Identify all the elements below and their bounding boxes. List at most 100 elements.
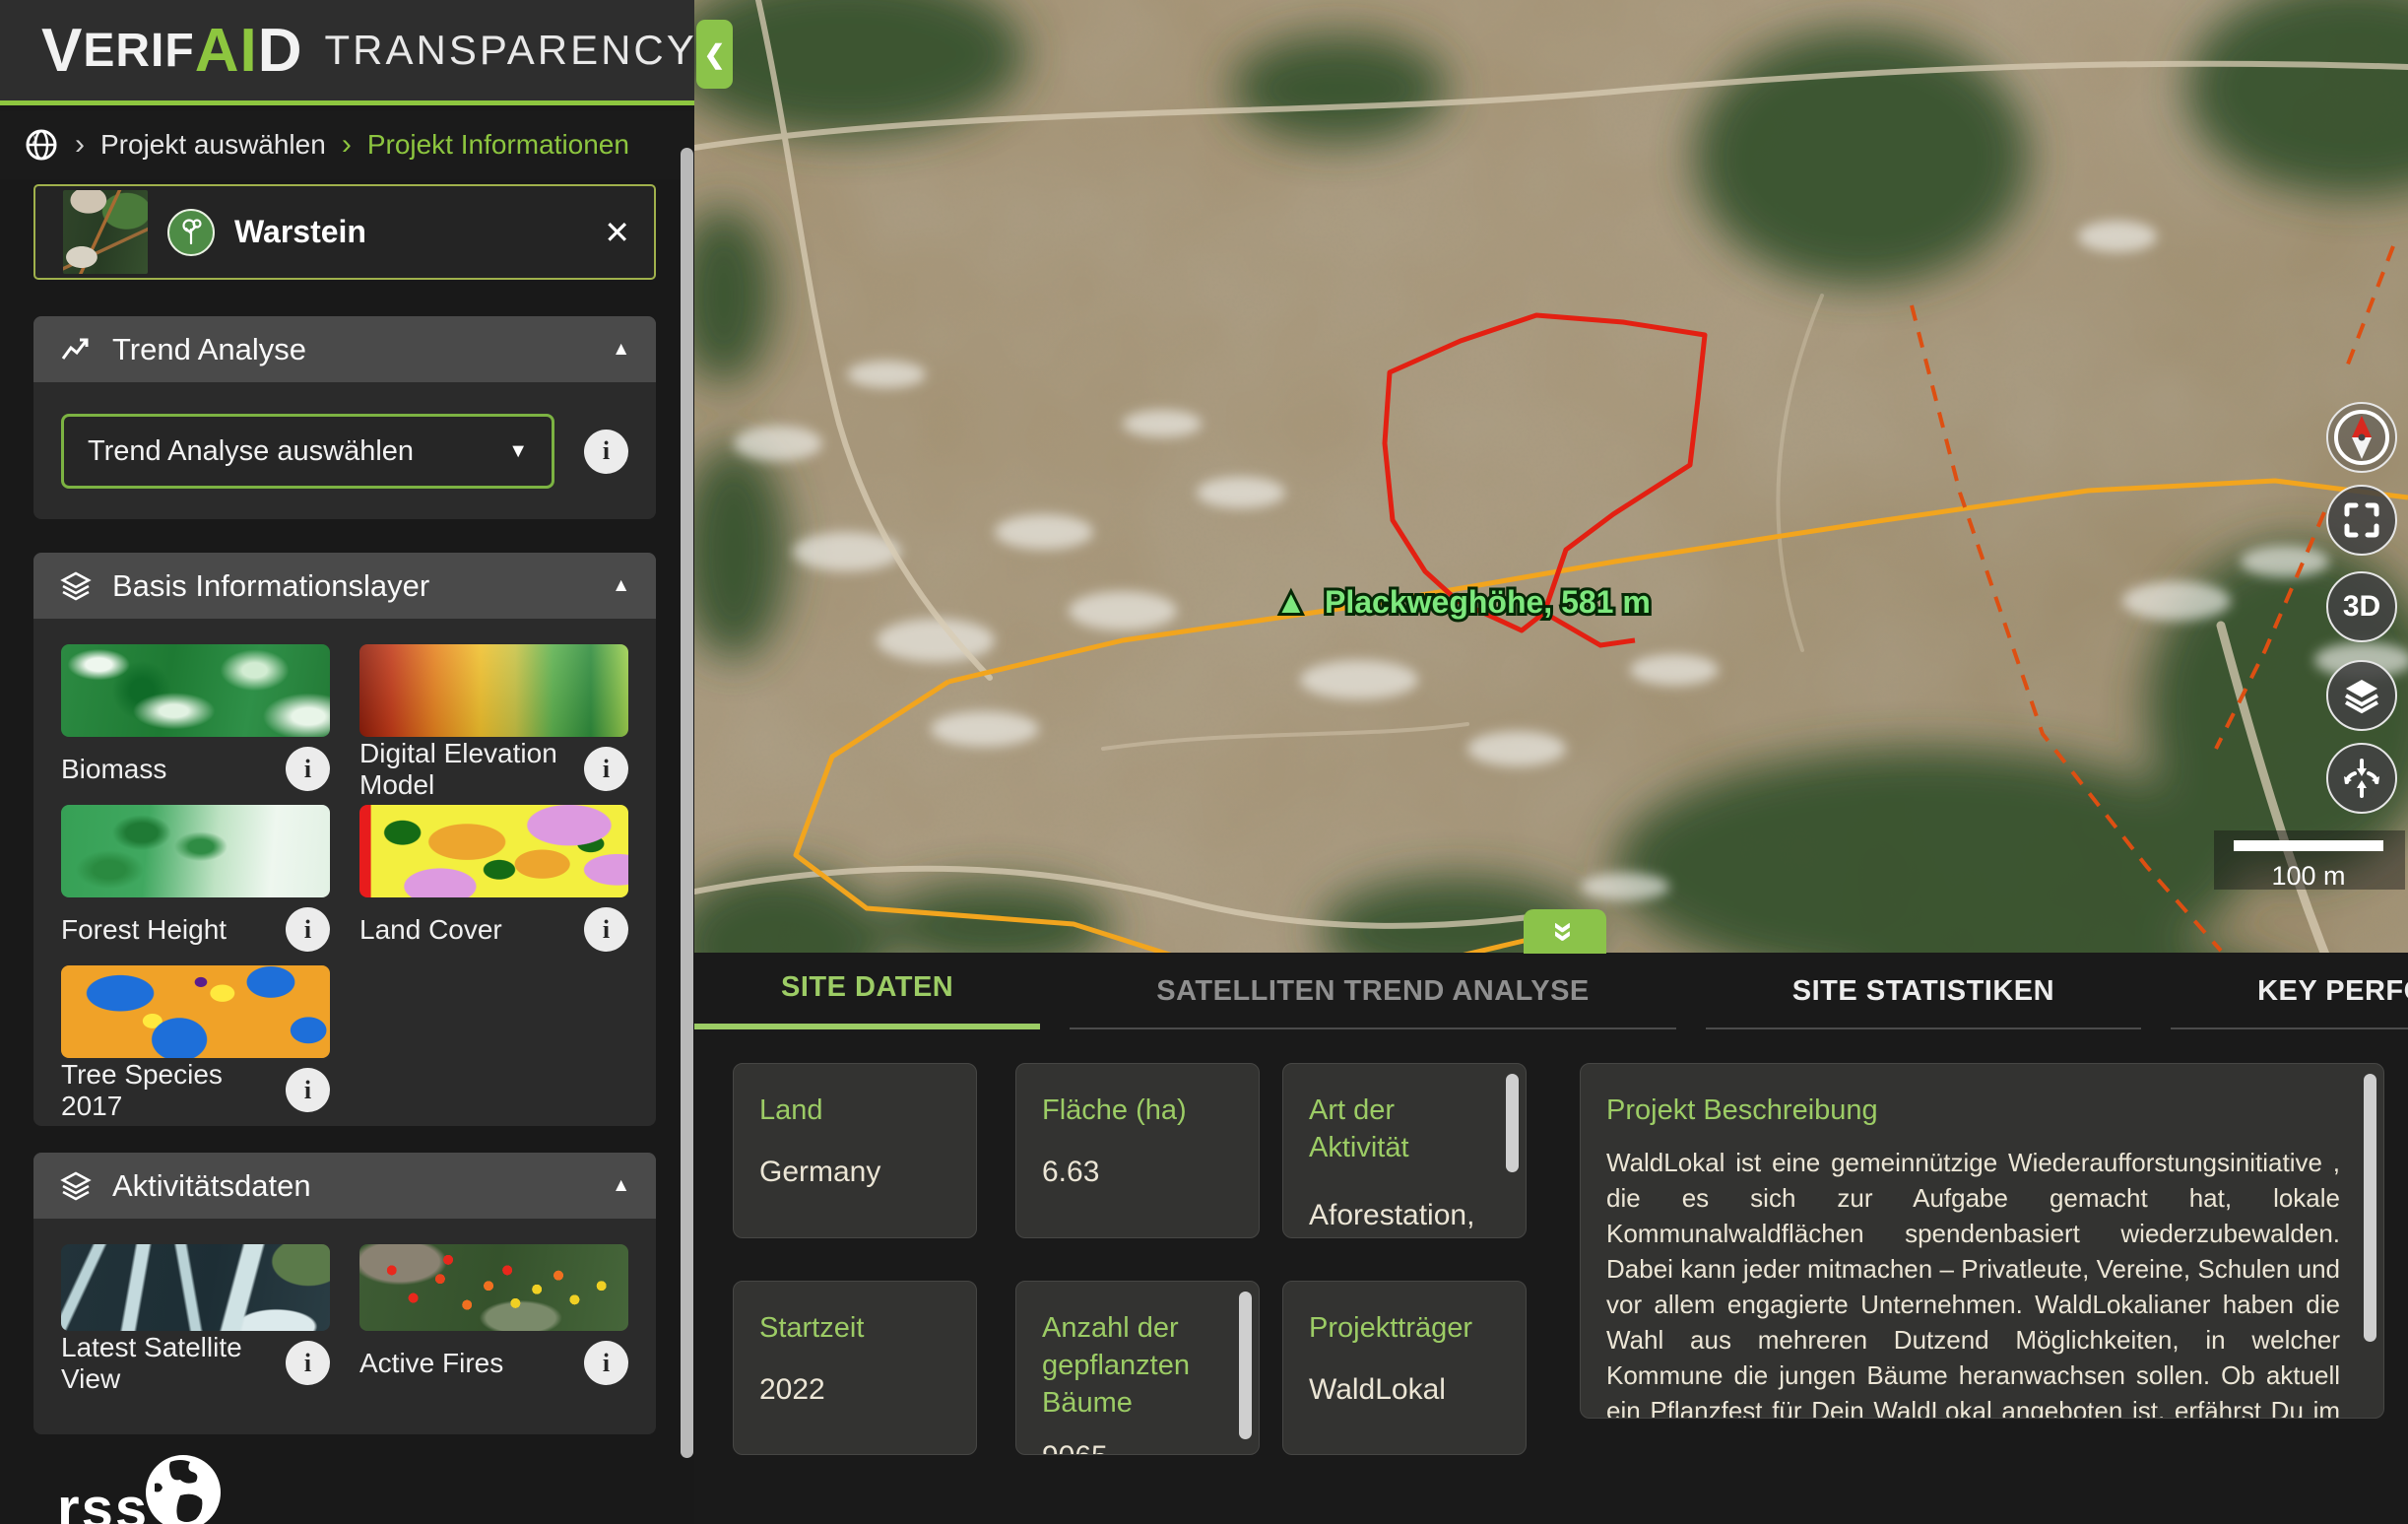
card-art-der-aktivitaet: Art der Aktivität Aforestation, Reforest… (1282, 1063, 1527, 1238)
select-placeholder: Trend Analyse auswählen (88, 435, 414, 468)
layer-thumbnail[interactable] (61, 805, 330, 897)
breadcrumb-projekt-informationen[interactable]: Projekt Informationen (367, 129, 629, 161)
scrollbar-thumb[interactable] (1506, 1074, 1519, 1172)
scrollbar-thumb[interactable] (1239, 1292, 1252, 1439)
section-title: Trend Analyse (112, 332, 306, 367)
brand-bar: VERIFAID TRANSPARENCY (0, 0, 694, 105)
section-title: Basis Informationslayer (112, 568, 429, 604)
layer-latest-satellite[interactable]: Latest Satellite View i (61, 1244, 330, 1385)
trend-icon (59, 333, 93, 366)
layer-forest-height[interactable]: Forest Height i (61, 805, 330, 952)
layer-thumbnail[interactable] (359, 644, 628, 737)
sidebar-scrollbar[interactable] (681, 148, 693, 1458)
layer-thumbnail[interactable] (359, 1244, 628, 1331)
section-header-trend[interactable]: Trend Analyse ▲ (33, 316, 656, 382)
breadcrumb-separator: › (342, 128, 352, 162)
sidebar-collapse-button[interactable]: ❮ (696, 20, 733, 89)
breadcrumb: › Projekt auswählen › Projekt Informatio… (0, 110, 694, 179)
site-info-panel: SITE DATEN SATELLITEN TREND ANALYSE SITE… (694, 953, 2408, 1524)
layer-dem[interactable]: Digital Elevation Model i (359, 644, 628, 791)
info-icon[interactable]: i (584, 907, 628, 952)
card-label: Projekt Beschreibung (1606, 1092, 2340, 1129)
peak-label: ▲ Plackweghöhe, 581 m (1275, 584, 1651, 620)
rss-globe-icon (141, 1450, 226, 1524)
tab-kpi[interactable]: KEY PERFORMANCE INDICATOR (KPI) (2171, 975, 2408, 1029)
sidebar: VERIFAID TRANSPARENCY › Projekt auswähle… (0, 0, 694, 1524)
layer-thumbnail[interactable] (61, 965, 330, 1058)
card-label: Fläche (ha) (1042, 1092, 1233, 1129)
compass-control[interactable] (2326, 402, 2397, 473)
tab-satelliten-trend-analyse[interactable]: SATELLITEN TREND ANALYSE (1070, 975, 1676, 1029)
compass-icon (2332, 408, 2391, 467)
section-basis-informationslayer: Basis Informationslayer ▲ Biomass i Digi… (33, 553, 656, 1126)
tree-badge-icon (167, 209, 215, 256)
card-label: Anzahl der gepflanzten Bäume (1042, 1309, 1233, 1422)
card-projekttraeger: Projektträger WaldLokal (1282, 1281, 1527, 1455)
bottom-panel-collapse-button[interactable]: » (1524, 909, 1606, 954)
project-description-text: WaldLokal ist eine gemeinnützige Wiedera… (1606, 1145, 2340, 1419)
caret-up-icon[interactable]: ▲ (612, 1175, 630, 1197)
trend-analyse-select[interactable]: Trend Analyse auswählen ▼ (61, 414, 554, 489)
layer-land-cover[interactable]: Land Cover i (359, 805, 628, 952)
section-header-activity[interactable]: Aktivitätsdaten ▲ (33, 1153, 656, 1219)
fullscreen-button[interactable] (2326, 485, 2397, 556)
layer-tree-species[interactable]: Tree Species 2017 i (61, 965, 330, 1112)
scrollbar-thumb[interactable] (2364, 1074, 2376, 1342)
card-label: Startzeit (759, 1309, 950, 1347)
section-trend-analyse: Trend Analyse ▲ Trend Analyse auswählen … (33, 316, 656, 519)
card-value: 9065 (1042, 1437, 1233, 1455)
card-label: Projektträger (1309, 1309, 1500, 1347)
info-icon[interactable]: i (584, 430, 628, 474)
card-flaeche: Fläche (ha) 6.63 (1015, 1063, 1260, 1238)
layer-thumbnail[interactable] (61, 1244, 330, 1331)
layer-active-fires[interactable]: Active Fires i (359, 1244, 628, 1385)
rss-logo-text: rss (57, 1476, 149, 1524)
layer-biomass[interactable]: Biomass i (61, 644, 330, 791)
pan-rotate-icon (2340, 757, 2383, 800)
brand-suffix: TRANSPARENCY (324, 27, 696, 74)
info-icon[interactable]: i (286, 1068, 330, 1112)
selected-project-card: Warstein ✕ (33, 184, 656, 280)
fullscreen-icon (2344, 502, 2379, 538)
card-land: Land Germany (733, 1063, 977, 1238)
scale-label: 100 m (2271, 861, 2345, 891)
peak-marker-icon: ▲ (1275, 584, 1307, 620)
info-icon[interactable]: i (584, 747, 628, 791)
info-icon[interactable]: i (286, 747, 330, 791)
close-icon[interactable]: ✕ (604, 214, 630, 251)
globe-icon[interactable] (24, 127, 59, 163)
caret-up-icon[interactable]: ▲ (612, 339, 630, 361)
card-value: 6.63 (1042, 1153, 1233, 1192)
scale-bar: 100 m (2214, 830, 2405, 891)
info-icon[interactable]: i (584, 1341, 628, 1385)
info-icon[interactable]: i (286, 1341, 330, 1385)
card-value: Germany (759, 1153, 950, 1192)
app-root: ▲ Plackweghöhe, 581 m 100 m 3D (0, 0, 2408, 1524)
section-aktivitaetsdaten: Aktivitätsdaten ▲ Latest Satellite View … (33, 1153, 656, 1434)
tab-site-statistiken[interactable]: SITE STATISTIKEN (1706, 975, 2141, 1029)
card-startzeit: Startzeit 2022 (733, 1281, 977, 1455)
3d-label: 3D (2343, 590, 2380, 624)
layer-thumbnail[interactable] (61, 644, 330, 737)
card-value: WaldLokal (1309, 1370, 1500, 1410)
3d-view-button[interactable]: 3D (2326, 571, 2397, 642)
stacked-layers-icon (59, 1169, 93, 1203)
pan-rotate-button[interactable] (2326, 743, 2397, 814)
breadcrumb-projekt-auswaehlen[interactable]: Projekt auswählen (100, 129, 326, 161)
layers-button[interactable] (2326, 660, 2397, 731)
rss-logo: rss (57, 1450, 226, 1524)
svg-text:Plackweghöhe, 581 m: Plackweghöhe, 581 m (1325, 584, 1651, 620)
stacked-layers-icon (59, 569, 93, 603)
card-value: 2022 (759, 1370, 950, 1410)
section-header-base-layers[interactable]: Basis Informationslayer ▲ (33, 553, 656, 619)
project-thumbnail (63, 190, 148, 274)
card-anzahl-baeume: Anzahl der gepflanzten Bäume 9065 (1015, 1281, 1260, 1455)
caret-up-icon[interactable]: ▲ (612, 575, 630, 597)
breadcrumb-separator: › (75, 128, 85, 162)
tab-bar: SITE DATEN SATELLITEN TREND ANALYSE SITE… (694, 953, 2408, 1029)
tab-site-daten[interactable]: SITE DATEN (694, 971, 1040, 1029)
chevron-left-icon: ❮ (704, 39, 726, 70)
info-icon[interactable]: i (286, 907, 330, 952)
layer-thumbnail[interactable] (359, 805, 628, 897)
project-name: Warstein (234, 214, 366, 250)
